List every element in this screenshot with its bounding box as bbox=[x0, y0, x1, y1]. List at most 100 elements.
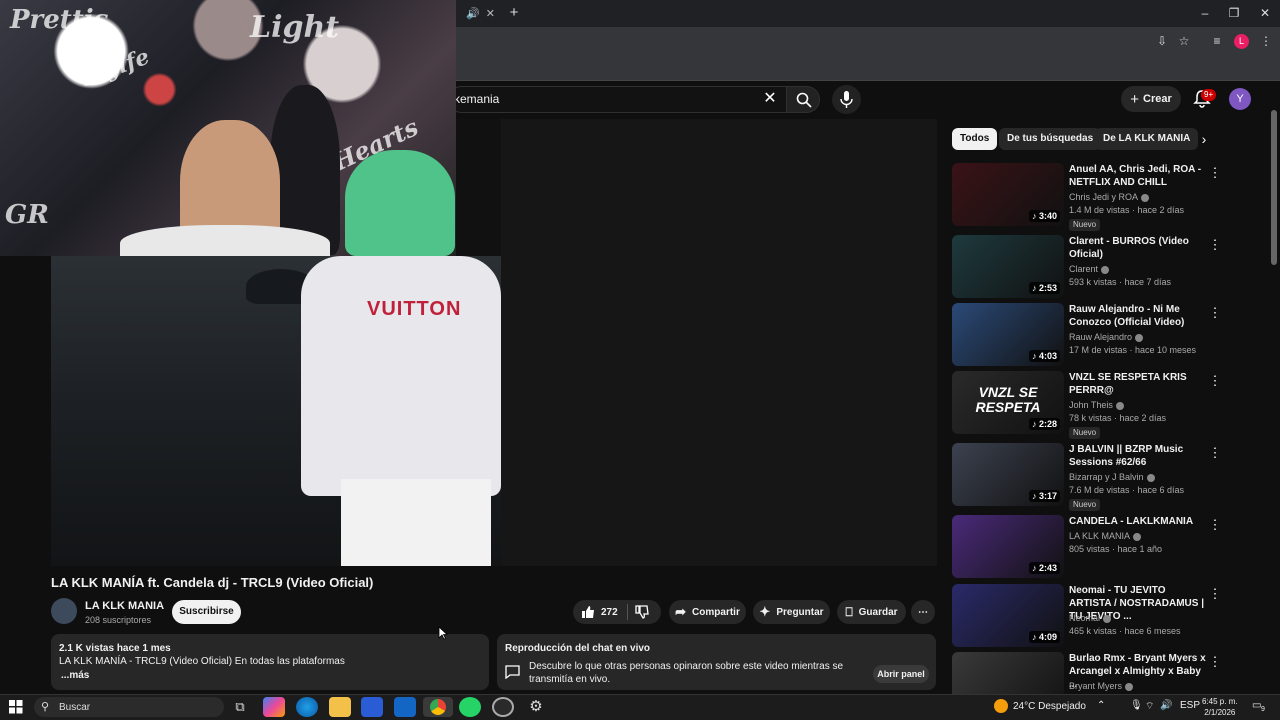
more-options-icon[interactable]: ⋮ bbox=[1208, 305, 1222, 321]
search-query[interactable]: kemania bbox=[454, 92, 499, 106]
recommendation-thumbnail[interactable]: VNZL SE RESPETA ♪ 2:28 bbox=[952, 371, 1064, 434]
tray-chevron-icon[interactable]: ⌃ bbox=[1097, 700, 1105, 711]
recommendation-item[interactable]: ♪ 2:43 CANDELA - LAKLKMANIA LA KLK MANIA 80… bbox=[952, 515, 1232, 581]
open-chat-panel-button[interactable]: Abrir panel bbox=[873, 665, 929, 683]
copilot-icon[interactable] bbox=[263, 697, 285, 717]
minimize-button[interactable]: – bbox=[1190, 4, 1220, 22]
more-actions-button[interactable]: ⋯ bbox=[911, 600, 935, 624]
graffiti-tag: GR bbox=[5, 200, 49, 230]
webcam-overlay: Prettis Stylfe Hearts Light GR bbox=[0, 0, 456, 256]
subscribe-button[interactable]: Suscribirse bbox=[172, 600, 241, 624]
chrome-icon[interactable] bbox=[423, 697, 453, 717]
save-button[interactable]: ⎕ Guardar bbox=[837, 600, 906, 624]
recommendation-channel[interactable]: Neomai bbox=[1069, 613, 1112, 623]
whatsapp-icon[interactable] bbox=[459, 697, 481, 717]
recommendation-thumbnail[interactable]: ♪ 3:17 bbox=[952, 443, 1064, 506]
more-options-icon[interactable]: ⋮ bbox=[1208, 586, 1222, 602]
tab-close-icon[interactable]: ✕ bbox=[486, 7, 495, 20]
more-options-icon[interactable]: ⋮ bbox=[1208, 654, 1222, 670]
new-tab-button[interactable]: + bbox=[505, 4, 523, 22]
channel-avatar[interactable] bbox=[51, 598, 77, 624]
performer-pants bbox=[341, 479, 491, 566]
recommendation-thumbnail[interactable]: ♪ 4:09 bbox=[952, 584, 1064, 647]
recommendation-title[interactable]: Rauw Alejandro - Ni Me Conozco (Official… bbox=[1069, 303, 1207, 329]
more-options-icon[interactable]: ⋮ bbox=[1208, 517, 1222, 533]
ask-button[interactable]: ✦ Preguntar bbox=[753, 600, 830, 624]
search-button[interactable] bbox=[786, 86, 820, 113]
share-button[interactable]: ➦ Compartir bbox=[669, 600, 746, 624]
recommendation-title[interactable]: J BALVIN || BZRP Music Sessions #62/66 bbox=[1069, 443, 1207, 469]
recommendation-item[interactable]: ♪ 3:17 J BALVIN || BZRP Music Sessions #6… bbox=[952, 443, 1232, 511]
recommendation-title[interactable]: CANDELA - LAKLKMANIA bbox=[1069, 515, 1207, 528]
restore-button[interactable]: ❐ bbox=[1219, 4, 1249, 22]
thumbs-down-icon[interactable] bbox=[635, 605, 649, 619]
mic-tray-icon[interactable]: 🎙 bbox=[1130, 700, 1143, 711]
close-window-button[interactable]: ✕ bbox=[1250, 4, 1280, 22]
media-control-icon[interactable]: ≡ bbox=[1208, 32, 1226, 50]
plus-icon: + bbox=[1130, 90, 1139, 108]
chip-all[interactable]: Todos bbox=[952, 128, 998, 150]
recommendation-channel[interactable]: Clarent bbox=[1069, 264, 1110, 274]
channel-name[interactable]: LA KLK MANIA bbox=[85, 600, 164, 612]
more-options-icon[interactable]: ⋮ bbox=[1208, 445, 1222, 461]
more-icon: ⋯ bbox=[918, 606, 928, 618]
like-button[interactable]: 272 bbox=[581, 605, 618, 619]
outlook-icon[interactable] bbox=[394, 697, 416, 717]
browser-menu-icon[interactable]: ⋮ bbox=[1257, 32, 1275, 50]
file-explorer-icon[interactable] bbox=[329, 697, 351, 717]
recommendation-item[interactable]: ♪ 2:53 Clarent - BURROS (Video Oficial) Cl… bbox=[952, 235, 1232, 301]
recommendation-title[interactable]: Clarent - BURROS (Video Oficial) bbox=[1069, 235, 1207, 261]
person-front-shirt bbox=[120, 225, 330, 256]
chat-replay-title: Reproducción del chat en vivo bbox=[505, 643, 651, 654]
microsoft-store-icon[interactable] bbox=[361, 697, 383, 717]
wifi-icon[interactable]: ⌔ bbox=[1145, 700, 1154, 713]
recommendation-title[interactable]: VNZL SE RESPETA KRIS PERRR@ bbox=[1069, 371, 1207, 397]
chip-from-channel[interactable]: De LA KLK MANIA bbox=[1095, 128, 1199, 150]
recommendation-channel[interactable]: Rauw Alejandro bbox=[1069, 332, 1144, 342]
recommendation-channel[interactable]: Bizarrap y J Balvin bbox=[1069, 472, 1155, 482]
recommendation-channel[interactable]: Chris Jedi y ROA bbox=[1069, 192, 1150, 202]
settings-gear-icon[interactable]: ⚙ bbox=[525, 697, 547, 717]
recommendation-thumbnail[interactable]: ♪ 2:43 bbox=[952, 515, 1064, 578]
language-indicator[interactable]: ESP bbox=[1180, 700, 1200, 711]
recommendation-thumbnail[interactable]: ♪ 4:03 bbox=[952, 303, 1064, 366]
install-icon[interactable]: ⇩ bbox=[1153, 32, 1171, 50]
recommendation-channel[interactable]: Bryant Myers bbox=[1069, 681, 1134, 691]
recommendation-thumbnail[interactable]: ♪ 3:40 bbox=[952, 163, 1064, 226]
more-options-icon[interactable]: ⋮ bbox=[1208, 237, 1222, 253]
create-button[interactable]: + Crear bbox=[1121, 86, 1181, 112]
recommendation-item[interactable]: ♪ 3:40 Anuel AA, Chris Jedi, ROA - NETFLI… bbox=[952, 163, 1232, 231]
weather-sun-icon[interactable] bbox=[994, 699, 1008, 713]
edge-icon[interactable] bbox=[296, 697, 318, 717]
recommendation-title[interactable]: Anuel AA, Chris Jedi, ROA - NETFLIX AND … bbox=[1069, 163, 1207, 189]
voice-search-button[interactable] bbox=[832, 85, 861, 114]
chip-from-searches[interactable]: De tus búsquedas bbox=[999, 128, 1102, 150]
windows-start-icon[interactable] bbox=[9, 700, 23, 714]
speaker-icon[interactable]: 🔊 bbox=[466, 7, 480, 20]
bookmark-star-icon[interactable]: ☆ bbox=[1175, 32, 1193, 50]
channel-name: Bizarrap y J Balvin bbox=[1069, 472, 1144, 482]
more-options-icon[interactable]: ⋮ bbox=[1208, 373, 1222, 389]
recommendation-channel[interactable]: John Theis bbox=[1069, 400, 1124, 410]
taskbar-weather[interactable]: 24°C Despejado bbox=[1013, 701, 1086, 712]
ask-label: Preguntar bbox=[776, 606, 824, 618]
volume-icon[interactable]: 🔊 bbox=[1160, 700, 1172, 711]
obs-icon[interactable] bbox=[492, 697, 514, 717]
recommendation-item[interactable]: ♪ 4:09 Neomai - TU JEVITO ARTISTA / NOSTR… bbox=[952, 584, 1232, 650]
more-options-icon[interactable]: ⋮ bbox=[1208, 165, 1222, 181]
recommendation-channel[interactable]: LA KLK MANIA bbox=[1069, 531, 1142, 541]
account-avatar[interactable]: Y bbox=[1229, 88, 1251, 110]
description-more-link[interactable]: ...más bbox=[61, 670, 89, 681]
recommendation-item[interactable]: VNZL SE RESPETA ♪ 2:28 VNZL SE RESPETA KRI… bbox=[952, 371, 1232, 439]
scrollbar-thumb[interactable] bbox=[1271, 110, 1277, 265]
duration-badge: ♪ 2:28 bbox=[1028, 418, 1060, 430]
browser-profile-avatar[interactable]: L bbox=[1234, 34, 1249, 49]
recommendation-item[interactable]: ♪ 4:03 Rauw Alejandro - Ni Me Conozco (Of… bbox=[952, 303, 1232, 369]
taskbar-clock[interactable]: 6:45 p. m. 2/1/2026 bbox=[1202, 696, 1238, 718]
task-view-icon[interactable]: ⧉ bbox=[229, 697, 251, 717]
clear-search-icon[interactable]: ✕ bbox=[760, 89, 780, 109]
chevron-right-icon[interactable]: › bbox=[1196, 131, 1212, 147]
duration-badge: ♪ 2:43 bbox=[1028, 562, 1060, 574]
browser-tab[interactable]: 🔊 ✕ bbox=[456, 0, 500, 27]
recommendation-thumbnail[interactable]: ♪ 2:53 bbox=[952, 235, 1064, 298]
